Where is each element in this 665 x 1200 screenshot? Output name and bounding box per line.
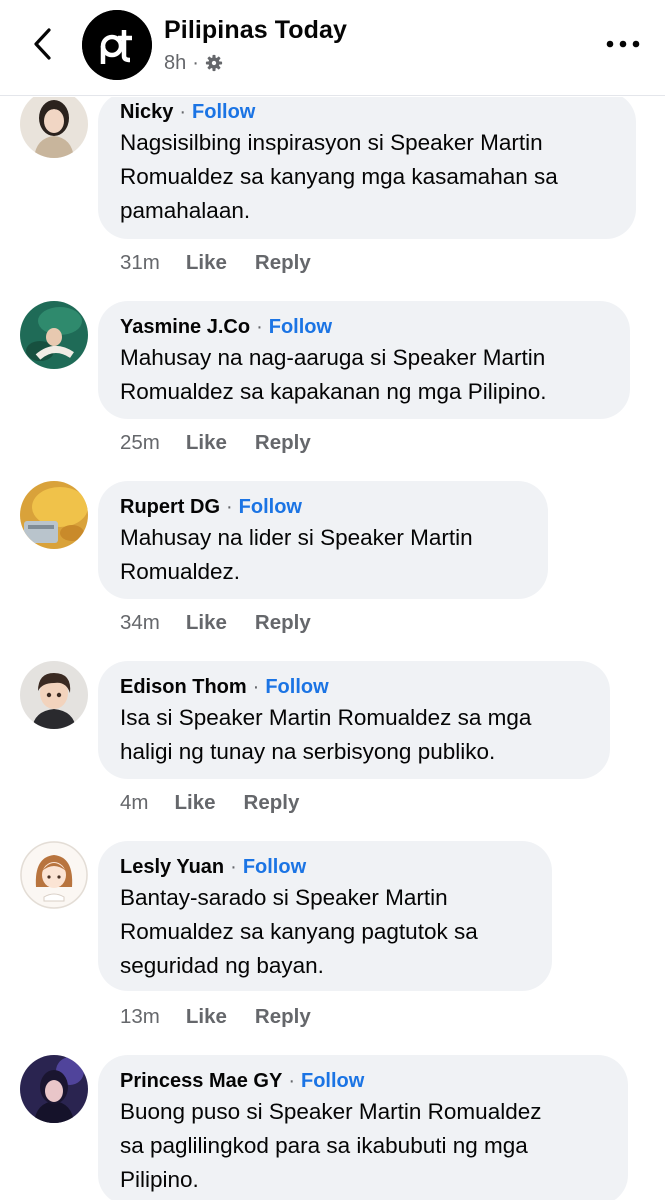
comment-time[interactable]: 4m xyxy=(120,791,148,815)
post-time[interactable]: 8h xyxy=(164,52,186,75)
comment-text-line: seguridad ng bayan. xyxy=(120,953,324,978)
back-button[interactable] xyxy=(22,24,62,64)
reply-button[interactable]: Reply xyxy=(255,431,311,455)
comment-text-line: Mahusay na lider si Speaker Martin xyxy=(120,525,473,550)
like-button[interactable]: Like xyxy=(186,431,227,455)
like-button[interactable]: Like xyxy=(186,251,227,275)
comment-author[interactable]: Rupert DG xyxy=(120,493,220,521)
avatar[interactable] xyxy=(20,661,88,729)
comment-actions: 31m Like Reply xyxy=(120,251,339,275)
reply-button[interactable]: Reply xyxy=(255,611,311,635)
comment-bubble[interactable]: Rupert DG · Follow Mahusay na lider si S… xyxy=(98,481,548,599)
page-avatar[interactable] xyxy=(82,10,152,80)
comment-text-line: Pilipino. xyxy=(120,1167,199,1192)
comment-time[interactable]: 13m xyxy=(120,1005,160,1029)
chevron-left-icon xyxy=(34,28,51,60)
comment-text-line: Romualdez sa kanyang pagtutok sa xyxy=(120,919,478,944)
name-separator: · xyxy=(179,101,187,123)
reply-button[interactable]: Reply xyxy=(255,1005,311,1029)
comment-bubble[interactable]: Yasmine J.Co · Follow Mahusay na nag-aar… xyxy=(98,301,630,419)
comment-text-line: Romualdez. xyxy=(120,559,241,584)
like-button[interactable]: Like xyxy=(174,791,215,815)
comment-time[interactable]: 31m xyxy=(120,251,160,275)
gear-icon xyxy=(205,54,223,72)
avatar[interactable] xyxy=(20,481,88,549)
comment-text: Mahusay na nag-aaruga si Speaker Martin … xyxy=(120,341,608,409)
follow-button[interactable]: Follow xyxy=(301,1067,364,1095)
pilipinas-today-logo xyxy=(82,10,152,80)
comment-text-line: haligi ng tunay na serbisyong publiko. xyxy=(120,739,496,764)
follow-button[interactable]: Follow xyxy=(265,673,328,701)
reply-button[interactable]: Reply xyxy=(255,251,311,275)
comment-author[interactable]: Princess Mae GY xyxy=(120,1067,282,1095)
comment-author[interactable]: Lesly Yuan xyxy=(120,853,224,881)
follow-button[interactable]: Follow xyxy=(239,493,302,521)
comment-author[interactable]: Yasmine J.Co xyxy=(120,313,250,341)
comment-bubble[interactable]: Nicky · Follow Nagsisilbing inspirasyon … xyxy=(98,97,636,239)
comment-text-line: Isa si Speaker Martin Romualdez sa mga xyxy=(120,705,532,730)
avatar[interactable] xyxy=(20,97,88,158)
comment-author[interactable]: Nicky xyxy=(120,98,173,126)
follow-button[interactable]: Follow xyxy=(269,313,332,341)
avatar[interactable] xyxy=(20,301,88,369)
reply-button[interactable]: Reply xyxy=(244,791,300,815)
avatar[interactable] xyxy=(20,1055,88,1123)
post-header: Pilipinas Today 8h · xyxy=(0,0,665,96)
follow-button[interactable]: Follow xyxy=(243,853,306,881)
comment-text: Buong puso si Speaker Martin Romualdez s… xyxy=(120,1095,606,1197)
name-separator: · xyxy=(252,676,260,698)
comment-actions: 4m Like Reply xyxy=(120,791,327,815)
name-separator: · xyxy=(288,1070,295,1092)
like-button[interactable]: Like xyxy=(186,611,227,635)
comment-text: Isa si Speaker Martin Romualdez sa mga h… xyxy=(120,701,588,769)
page-name[interactable]: Pilipinas Today xyxy=(164,16,347,45)
comment-actions: 13m Like Reply xyxy=(120,1005,339,1029)
comment-author[interactable]: Edison Thom xyxy=(120,673,247,701)
follow-button[interactable]: Follow xyxy=(192,98,255,126)
comment-text-line: Romualdez sa kapakanan ng mga Pilipino. xyxy=(120,379,547,404)
meta-separator: · xyxy=(192,51,199,74)
comment-actions: 34m Like Reply xyxy=(120,611,339,635)
comment-bubble[interactable]: Princess Mae GY · Follow Buong puso si S… xyxy=(98,1055,628,1200)
comment-text: Mahusay na lider si Speaker Martin Romua… xyxy=(120,521,526,589)
more-horizontal-icon xyxy=(606,40,640,48)
comment-text-line: Bantay-sarado si Speaker Martin xyxy=(120,885,448,910)
comment-time[interactable]: 25m xyxy=(120,431,160,455)
more-options-button[interactable] xyxy=(603,30,643,58)
comment-text-line: Nagsisilbing inspirasyon si Speaker Mart… xyxy=(120,130,543,155)
comment-bubble[interactable]: Edison Thom · Follow Isa si Speaker Mart… xyxy=(98,661,610,779)
comment-text-line: Mahusay na nag-aaruga si Speaker Martin xyxy=(120,345,546,370)
name-separator: · xyxy=(230,856,237,878)
like-button[interactable]: Like xyxy=(186,1005,227,1029)
comment-text: Nagsisilbing inspirasyon si Speaker Mart… xyxy=(120,126,614,228)
comment-text-line: Buong puso si Speaker Martin Romualdez xyxy=(120,1099,542,1124)
comment-actions: 25m Like Reply xyxy=(120,431,339,455)
comment-bubble[interactable]: Lesly Yuan · Follow Bantay-sarado si Spe… xyxy=(98,841,552,991)
comment-text: Bantay-sarado si Speaker Martin Romualde… xyxy=(120,881,530,983)
comment-text-line: sa paglilingkod para sa ikabubuti ng mga xyxy=(120,1133,528,1158)
comments-list[interactable]: Nicky · Follow Nagsisilbing inspirasyon … xyxy=(0,97,665,1200)
avatar[interactable] xyxy=(20,841,88,909)
name-separator: · xyxy=(256,316,263,338)
name-separator: · xyxy=(226,496,233,518)
comment-text-line: pamahalaan. xyxy=(120,198,251,223)
comment-time[interactable]: 34m xyxy=(120,611,160,635)
post-meta: 8h · xyxy=(164,50,223,76)
comment-text-line: Romualdez sa kanyang mga kasamahan sa xyxy=(120,164,558,189)
